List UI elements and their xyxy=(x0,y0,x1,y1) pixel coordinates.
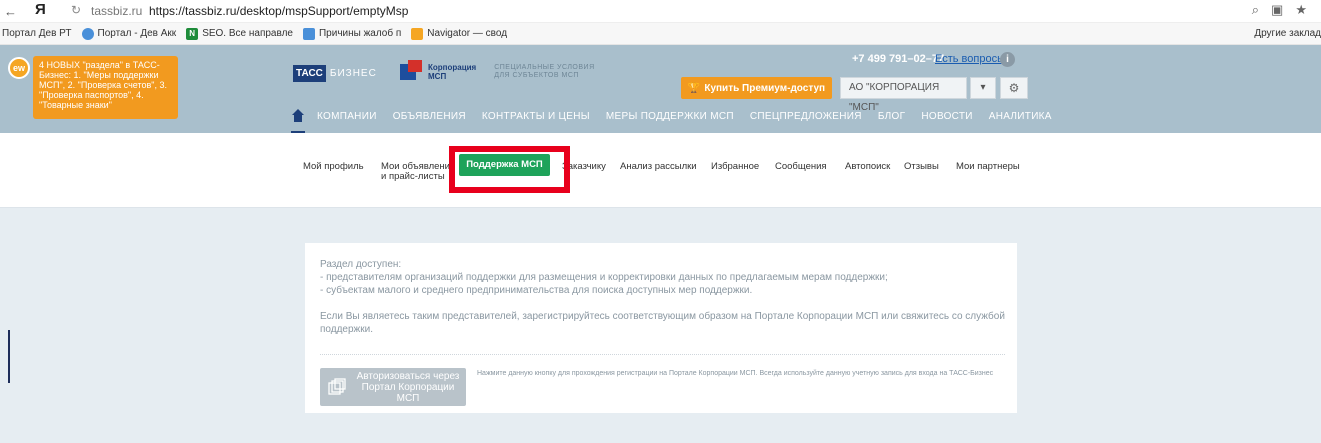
tab-favorites[interactable]: Избранное xyxy=(711,162,759,172)
corporation-logo-icon xyxy=(400,60,424,84)
site-header: ew 4 НОВЫХ "раздела" в ТАСС-Бизнес: 1. "… xyxy=(0,45,1321,134)
tab-my-partners[interactable]: Мои партнеры xyxy=(956,162,1020,172)
gear-icon[interactable]: ⚙ xyxy=(1000,77,1028,99)
scroll-indicator xyxy=(8,330,10,383)
logo-tass-text: ТАСС xyxy=(293,65,326,82)
address-url[interactable]: https://tassbiz.ru/desktop/mspSupport/em… xyxy=(149,4,408,18)
nav-msp-support[interactable]: МЕРЫ ПОДДЕРЖКИ МСП xyxy=(606,111,734,122)
bookmark-label: Портал - Дев Акк xyxy=(97,28,177,39)
bookmark-label: Портал Дев РТ xyxy=(2,28,72,39)
tab-reviews[interactable]: Отзывы xyxy=(904,162,939,172)
bookmark-label: Navigator — свод xyxy=(427,28,508,39)
bookmark-item[interactable]: Портал Дев РТ xyxy=(2,28,72,39)
bookmark-item[interactable]: Портал - Дев Акк xyxy=(81,27,177,40)
tab-messages[interactable]: Сообщения xyxy=(775,162,827,172)
nav-ads[interactable]: ОБЪЯВЛЕНИЯ xyxy=(393,111,466,122)
corporation-name: Корпорация МСП xyxy=(428,63,477,81)
buy-premium-button[interactable]: 🏆 Купить Премиум-доступ xyxy=(681,77,832,99)
special-conditions-text: СПЕЦИАЛЬНЫЕ УСЛОВИЯ ДЛЯ СУБЪЕКТОВ МСП xyxy=(494,64,595,79)
info-icon[interactable]: i xyxy=(1000,52,1015,67)
star-icon[interactable]: ★ xyxy=(1295,2,1307,18)
bookmark-icon: N xyxy=(186,27,199,40)
nav-contracts[interactable]: КОНТРАКТЫ И ЦЕНЫ xyxy=(482,111,590,122)
windows-stack-icon xyxy=(320,368,354,406)
info-line: Если Вы являетесь таким представителей, … xyxy=(320,311,1005,335)
tab-my-ads[interactable]: Мои объявления и прайс-листы xyxy=(381,162,455,182)
trophy-icon: 🏆 xyxy=(687,82,701,94)
info-text: Раздел доступен: - представителям органи… xyxy=(320,258,1005,336)
authorize-label: Авторизоваться через Портал Корпорации М… xyxy=(356,370,460,404)
bookmark-icon xyxy=(411,27,424,40)
logo-biz-text: БИЗНЕС xyxy=(329,68,377,79)
organization-select[interactable]: АО "КОРПОРАЦИЯ "МСП" xyxy=(840,77,967,113)
tab-autosearch[interactable]: Автопоиск xyxy=(845,162,890,172)
extensions-icon[interactable]: ▣ xyxy=(1271,2,1283,18)
sub-navigation: Мой профиль Мои объявления и прайс-листы… xyxy=(0,133,1321,208)
main-navigation: КОМПАНИИ ОБЪЯВЛЕНИЯ КОНТРАКТЫ И ЦЕНЫ МЕР… xyxy=(291,107,1068,134)
tab-msp-support[interactable]: Поддержка МСП xyxy=(459,154,550,176)
info-line: Раздел доступен: xyxy=(320,259,402,270)
authorize-button[interactable]: Авторизоваться через Портал Корпорации М… xyxy=(320,368,466,406)
address-domain[interactable]: tassbiz.ru xyxy=(91,4,142,18)
info-card: Раздел доступен: - представителям органи… xyxy=(305,243,1017,413)
bookmark-label: SEO. Все направле xyxy=(202,28,293,39)
authorize-hint: Нажмите данную кнопку для прохождения ре… xyxy=(477,370,994,377)
promo-banner[interactable]: 4 НОВЫХ "раздела" в ТАСС-Бизнес: 1. "Мер… xyxy=(33,56,178,119)
info-line: - субъектам малого и среднего предприним… xyxy=(320,285,753,296)
new-badge[interactable]: ew xyxy=(8,57,30,79)
bookmark-item[interactable]: N SEO. Все направле xyxy=(186,27,293,40)
chevron-down-icon[interactable]: ▾ xyxy=(970,77,996,99)
bookmark-item[interactable]: Причины жалоб п xyxy=(302,27,402,40)
browser-toolbar: ← Я ↻ tassbiz.ru https://tassbiz.ru/desk… xyxy=(0,0,1321,23)
bookmark-icon xyxy=(302,27,315,40)
tab-mailing-analysis[interactable]: Анализ рассылки xyxy=(620,162,697,172)
phone-number: +7 499 791–02–77 xyxy=(852,53,945,65)
bookmarks-bar: Портал Дев РТ Портал - Дев Акк N SEO. Вс… xyxy=(0,23,1321,45)
bookmark-item[interactable]: Navigator — свод xyxy=(411,27,508,40)
home-icon[interactable] xyxy=(291,109,305,134)
tass-business-logo[interactable]: ТАСС БИЗНЕС xyxy=(293,65,377,82)
premium-label: Купить Премиум-доступ xyxy=(704,82,826,94)
yandex-logo[interactable]: Я xyxy=(35,1,46,18)
back-arrow-icon[interactable]: ← xyxy=(4,4,17,19)
bookmark-label: Причины жалоб п xyxy=(318,28,402,39)
tab-label: и прайс-листы xyxy=(381,171,445,182)
nav-blog[interactable]: БЛОГ xyxy=(878,111,906,122)
nav-news[interactable]: НОВОСТИ xyxy=(921,111,972,122)
info-line: - представителям организаций поддержки д… xyxy=(320,272,888,283)
search-icon[interactable]: ⌕ xyxy=(1252,2,1259,18)
nav-analytics[interactable]: АНАЛИТИКА xyxy=(989,111,1052,122)
tab-my-profile[interactable]: Мой профиль xyxy=(303,162,364,172)
nav-special-offers[interactable]: СПЕЦПРЕДЛОЖЕНИЯ xyxy=(750,111,862,122)
corporation-msp-logo[interactable]: Корпорация МСП СПЕЦИАЛЬНЫЕ УСЛОВИЯ ДЛЯ С… xyxy=(400,60,595,84)
bookmark-icon xyxy=(81,27,94,40)
other-bookmarks[interactable]: Другие заклад xyxy=(1254,28,1321,39)
reload-icon[interactable]: ↻ xyxy=(71,3,81,17)
divider xyxy=(320,354,1005,355)
nav-companies[interactable]: КОМПАНИИ xyxy=(317,111,377,122)
